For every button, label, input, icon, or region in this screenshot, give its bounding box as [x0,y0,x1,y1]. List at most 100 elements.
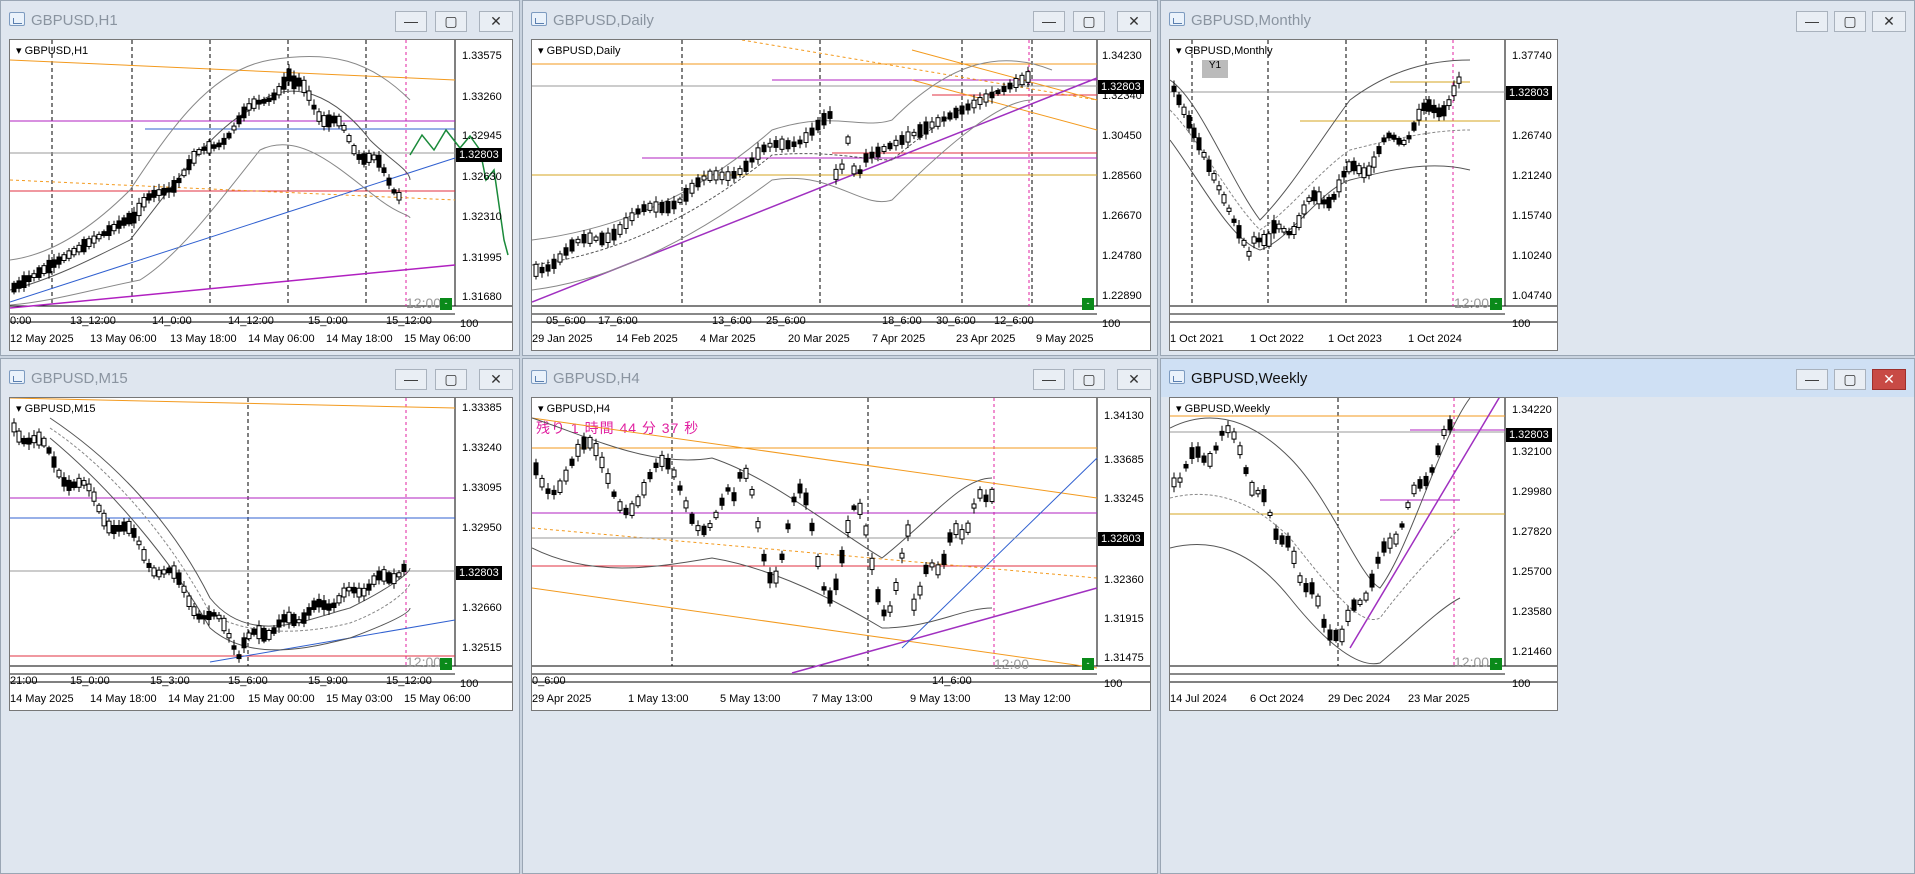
close-button[interactable]: ✕ [1872,369,1906,390]
price-chart[interactable]: ▾ GBPUSD,M15 1.33385 1.33240 1.33095 1.3… [9,397,513,711]
price-scale-label: 1.34220 [1512,404,1552,416]
maximize-button[interactable]: ▢ [1834,11,1866,32]
candle-body [246,103,252,111]
window-titlebar[interactable]: GBPUSD,Monthly — ▢ ✕ [1161,1,1914,39]
candle-body [236,115,242,125]
chart-window-weekly[interactable]: GBPUSD,Weekly — ▢ ✕ ▾ GBPUSD,Weekly 1.34… [1160,358,1915,874]
trade-panel-icon[interactable]: - [1490,298,1502,310]
candle-body [749,157,755,163]
trade-panel-icon[interactable]: - [440,658,452,670]
scale-corner-label: 100 [1104,678,1123,690]
candle-body [201,146,207,151]
window-titlebar[interactable]: GBPUSD,H4 — ▢ ✕ [523,359,1157,397]
chart-window-monthly[interactable]: GBPUSD,Monthly — ▢ ✕ ▾ GBPUSD,Monthly Y1… [1160,0,1915,356]
trade-panel-icon[interactable]: - [440,298,452,310]
time-axis-label: 1 Oct 2023 [1328,333,1382,345]
candle-body [356,587,362,598]
candle-body [1213,445,1219,451]
candle-body [1357,599,1363,606]
maximize-button[interactable]: ▢ [1834,369,1866,390]
close-button[interactable]: ✕ [479,369,513,390]
price-scale-label: 1.31995 [462,252,502,264]
minimize-button[interactable]: — [1796,369,1828,390]
candle-body [719,497,725,506]
candle-body [809,522,815,532]
price-chart[interactable]: ▾ GBPUSD,H1 1.33575 1.33260 1.32945 1.32… [9,39,513,351]
candle-body [396,191,402,201]
close-button[interactable]: ✕ [479,11,513,32]
trade-panel-icon[interactable]: - [1082,658,1094,670]
candle-body [923,564,929,575]
maximize-button[interactable]: ▢ [435,11,467,32]
candle-body [96,233,102,240]
candle-body [809,127,815,136]
trade-panel-icon[interactable]: - [1490,658,1502,670]
chart-window-h4[interactable]: GBPUSD,H4 — ▢ ✕ ▾ GBPUSD,H4 残り 1 時間 44 分… [522,358,1158,874]
price-scale-label: 1.32630 [462,171,502,183]
maximize-button[interactable]: ▢ [435,369,467,390]
candle-body [11,422,17,433]
minimize-button[interactable]: — [395,11,427,32]
time-axis-label: 7 Apr 2025 [872,333,926,345]
minimize-button[interactable]: — [1033,11,1065,32]
current-price-tag: 1.32803 [456,566,502,580]
close-button[interactable]: ✕ [1117,369,1151,390]
price-scale-label: 1.25700 [1512,566,1552,578]
candle-body [1216,185,1222,191]
current-price-tag: 1.32803 [1098,80,1144,94]
candle-body [587,232,593,244]
maximize-button[interactable]: ▢ [1073,11,1105,32]
candle-body [1411,484,1417,495]
candle-body [336,595,342,604]
candle-body [221,617,227,632]
candle-body [1346,161,1352,173]
candle-body [1321,618,1327,628]
candle-body [587,436,593,449]
candle-body [1281,228,1287,233]
candle-body [935,564,941,576]
window-titlebar[interactable]: GBPUSD,H1 — ▢ ✕ [1,1,519,39]
candle-body [1276,223,1282,230]
candle-body [797,139,803,145]
time-axis-label: 14 May 21:00 [168,693,235,705]
time-axis-label: 4 Mar 2025 [700,333,756,345]
minimize-button[interactable]: — [1033,369,1065,390]
window-titlebar[interactable]: GBPUSD,Weekly — ▢ ✕ [1161,359,1914,397]
price-scale-label: 1.32945 [462,130,502,142]
candle-body [1441,429,1447,436]
candle-body [1456,76,1462,84]
window-title: GBPUSD,H1 [31,12,118,29]
window-titlebar[interactable]: GBPUSD,M15 — ▢ ✕ [1,359,519,397]
price-scale-label: 1.04740 [1512,290,1552,302]
price-chart[interactable]: ▾ GBPUSD,H4 残り 1 時間 44 分 37 秒 1.34130 1.… [531,397,1151,711]
price-chart[interactable]: ▾ GBPUSD,Daily 1.34230 1.32340 1.30450 1… [531,39,1151,351]
candle-body [141,197,147,208]
candle-body [689,513,695,524]
maximize-button[interactable]: ▢ [1073,369,1105,390]
close-button[interactable]: ✕ [1117,11,1151,32]
price-chart[interactable]: ▾ GBPUSD,Monthly Y1 1.37740 1.32660 1.26… [1169,39,1558,351]
minimize-button[interactable]: — [395,369,427,390]
candle-body [815,119,821,131]
chart-window-daily[interactable]: GBPUSD,Daily — ▢ ✕ ▾ GBPUSD,Daily 1.3423… [522,0,1158,356]
candle-body [86,238,92,247]
candle-body [1226,207,1232,212]
trade-panel-icon[interactable]: - [1082,298,1094,310]
candle-body [41,265,47,275]
time-axis-label: 29 Dec 2024 [1328,693,1391,705]
candle-body [833,578,839,591]
candle-body [271,627,277,634]
candle-body [1237,445,1243,456]
separator-time-label: 14_0:00 [152,315,192,327]
close-button[interactable]: ✕ [1872,11,1906,32]
separator-time-label: 12_6:00 [994,315,1034,327]
price-scale-label: 1.37740 [1512,50,1552,62]
candle-body [701,175,707,181]
window-titlebar[interactable]: GBPUSD,Daily — ▢ ✕ [523,1,1157,39]
price-chart[interactable]: ▾ GBPUSD,Weekly 1.34220 1.32100 1.29980 … [1169,397,1558,711]
chart-window-h1[interactable]: GBPUSD,H1 — ▢ ✕ ▾ GBPUSD,H1 1.33575 1.33… [0,0,520,356]
minimize-button[interactable]: — [1796,11,1828,32]
candle-body [569,239,575,252]
candle-body [11,282,17,293]
chart-window-m15[interactable]: GBPUSD,M15 — ▢ ✕ ▾ GBPUSD,M15 1.33385 1.… [0,358,520,874]
